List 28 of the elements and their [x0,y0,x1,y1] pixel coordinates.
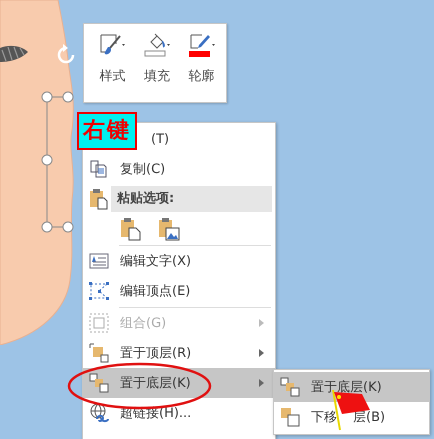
clipboard-icon [89,188,109,210]
annotation-label: 右键 [77,112,137,150]
submenu-arrow-icon [259,319,264,327]
group-icon [89,312,109,334]
send-to-back-menu-item[interactable]: 置于底层(K) [83,368,275,398]
bring-to-front-menu-item[interactable]: 置于顶层(R) [83,338,275,368]
submenu-item[interactable]: 置于底层(K) [274,372,429,402]
copy-icon [89,158,109,180]
submenu-arrow-icon [259,379,264,387]
send-back-icon [89,372,109,394]
send-backward-icon [280,406,300,428]
bring-front-icon [89,342,109,364]
pen-icon [188,32,216,58]
toolbar-button[interactable]: 填充 [136,32,178,102]
edit-points-icon [89,280,109,302]
paste-options-header: 粘贴选项: [111,186,272,212]
submenu-arrow-icon [259,349,264,357]
toolbar-button[interactable]: 样式 [92,32,133,102]
send-back-icon [280,376,300,398]
paste-keep-format-icon[interactable] [119,216,143,242]
paint-bucket-icon [143,32,171,58]
paste-picture-icon[interactable] [157,216,181,242]
toolbar-button[interactable]: 轮廓 [181,32,222,102]
copy-menu-item[interactable]: 复制(C) [83,154,275,184]
cut-menu-item[interactable]: (T) [149,124,275,154]
globe-link-icon [89,402,109,424]
edit-text-menu-item[interactable]: 编辑文字(X) [83,246,275,276]
edit-points-menu-item[interactable]: 编辑顶点(E) [83,276,275,306]
